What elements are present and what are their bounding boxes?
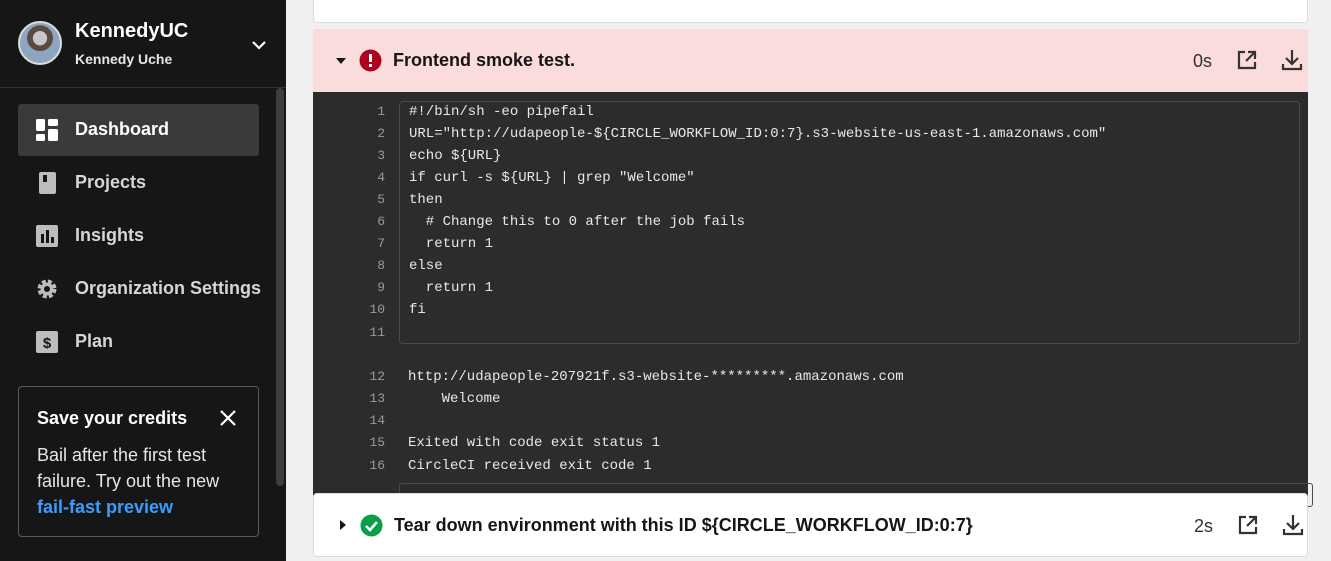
open-external-icon[interactable] (1236, 49, 1258, 71)
console-output: 1 #!/bin/sh -eo pipefail 2 URL="http://udap… (313, 92, 1313, 516)
sidebar-item-dashboard[interactable]: Dashboard (18, 104, 259, 156)
line-text: CircleCI received exit code 1 (408, 458, 652, 474)
open-external-icon[interactable] (1237, 514, 1259, 536)
caret-down-icon[interactable] (335, 55, 347, 67)
step-tear-down-environment[interactable]: Tear down environment with this ID ${CIR… (313, 493, 1308, 557)
line-number: 1 (377, 104, 385, 119)
line-number: 3 (377, 148, 385, 163)
step-title: Tear down environment with this ID ${CIR… (394, 515, 973, 535)
line-text: if curl -s ${URL} | grep "Welcome" (409, 170, 695, 186)
line-text: URL="http://udapeople-${CIRCLE_WORKFLOW_… (409, 126, 1107, 142)
error-icon (359, 49, 382, 72)
line-number: 10 (369, 302, 385, 317)
line-text: return 1 (409, 280, 494, 296)
line-text: http://udapeople-207921f.s3-website-****… (408, 369, 904, 385)
credits-title: Save your credits (37, 408, 188, 428)
line-number: 13 (369, 391, 385, 406)
sidebar-item-insights[interactable]: Insights (18, 210, 259, 262)
sidebar-item-plan[interactable]: $ Plan (18, 316, 259, 368)
step-duration: 0s (1193, 51, 1213, 71)
sidebar-item-projects[interactable]: Projects (18, 157, 259, 209)
job-steps: Frontend smoke test. 0s 1 #!/bin/sh -eo p… (286, 0, 1331, 561)
sidebar-item-organization-settings[interactable]: Organization Settings (18, 263, 262, 315)
line-number: 16 (369, 458, 385, 473)
gear-icon (37, 279, 57, 299)
sidebar-item-label: Plan (75, 331, 114, 351)
line-number: 11 (369, 325, 385, 340)
sidebar: KennedyUC Kennedy Uche Dashboard Project… (0, 0, 286, 561)
line-number: 8 (377, 258, 385, 273)
line-number: 15 (369, 435, 385, 450)
step-title: Frontend smoke test. (393, 50, 576, 70)
check-icon (360, 514, 383, 537)
dashboard-icon (36, 119, 58, 141)
line-number: 9 (377, 280, 385, 295)
avatar (18, 21, 62, 65)
line-text: fi (409, 302, 426, 318)
line-text: then (409, 192, 443, 208)
step-header[interactable]: Frontend smoke test. 0s (313, 29, 1308, 92)
credits-text: Bail after the first test failure. Try o… (37, 445, 220, 491)
chevron-down-icon[interactable] (250, 36, 268, 54)
sidebar-item-label: Projects (75, 172, 147, 192)
line-text: #!/bin/sh -eo pipefail (409, 104, 594, 120)
sidebar-item-label: Dashboard (75, 119, 170, 139)
line-number: 6 (377, 214, 385, 229)
line-number: 7 (377, 236, 385, 251)
line-text: Exited with code exit status 1 (408, 435, 661, 451)
download-icon[interactable] (1280, 48, 1304, 72)
line-number: 2 (377, 126, 385, 141)
line-text: return 1 (409, 236, 494, 252)
book-icon (39, 172, 56, 194)
step-duration: 2s (1194, 516, 1214, 536)
line-number: 14 (369, 413, 385, 428)
caret-right-icon[interactable] (337, 519, 349, 531)
line-number: 5 (377, 192, 385, 207)
sidebar-item-label: Insights (75, 225, 145, 245)
org-name: KennedyUC (75, 20, 189, 42)
credits-banner: Save your credits Bail after the first t… (18, 386, 259, 537)
credits-body: Bail after the first test failure. Try o… (37, 442, 242, 520)
line-number: 4 (377, 170, 385, 185)
dollar-icon: $ (36, 331, 58, 353)
line-number: 12 (369, 369, 385, 384)
close-icon[interactable] (217, 407, 239, 429)
download-icon[interactable] (1281, 513, 1305, 537)
user-name: Kennedy Uche (75, 51, 173, 67)
fail-fast-preview-link[interactable]: fail-fast preview (37, 497, 173, 517)
sidebar-item-label: Organization Settings (75, 278, 262, 298)
line-text: echo ${URL} (409, 148, 502, 164)
line-text: else (409, 258, 443, 274)
line-text: # Change this to 0 after the job fails (409, 214, 746, 230)
org-switcher[interactable]: KennedyUC Kennedy Uche (0, 0, 286, 88)
chart-icon (36, 225, 58, 247)
sidebar-scrollbar[interactable] (276, 88, 284, 486)
line-text: Welcome (408, 391, 501, 407)
svg-text:$: $ (43, 335, 52, 352)
previous-step[interactable] (313, 0, 1308, 23)
